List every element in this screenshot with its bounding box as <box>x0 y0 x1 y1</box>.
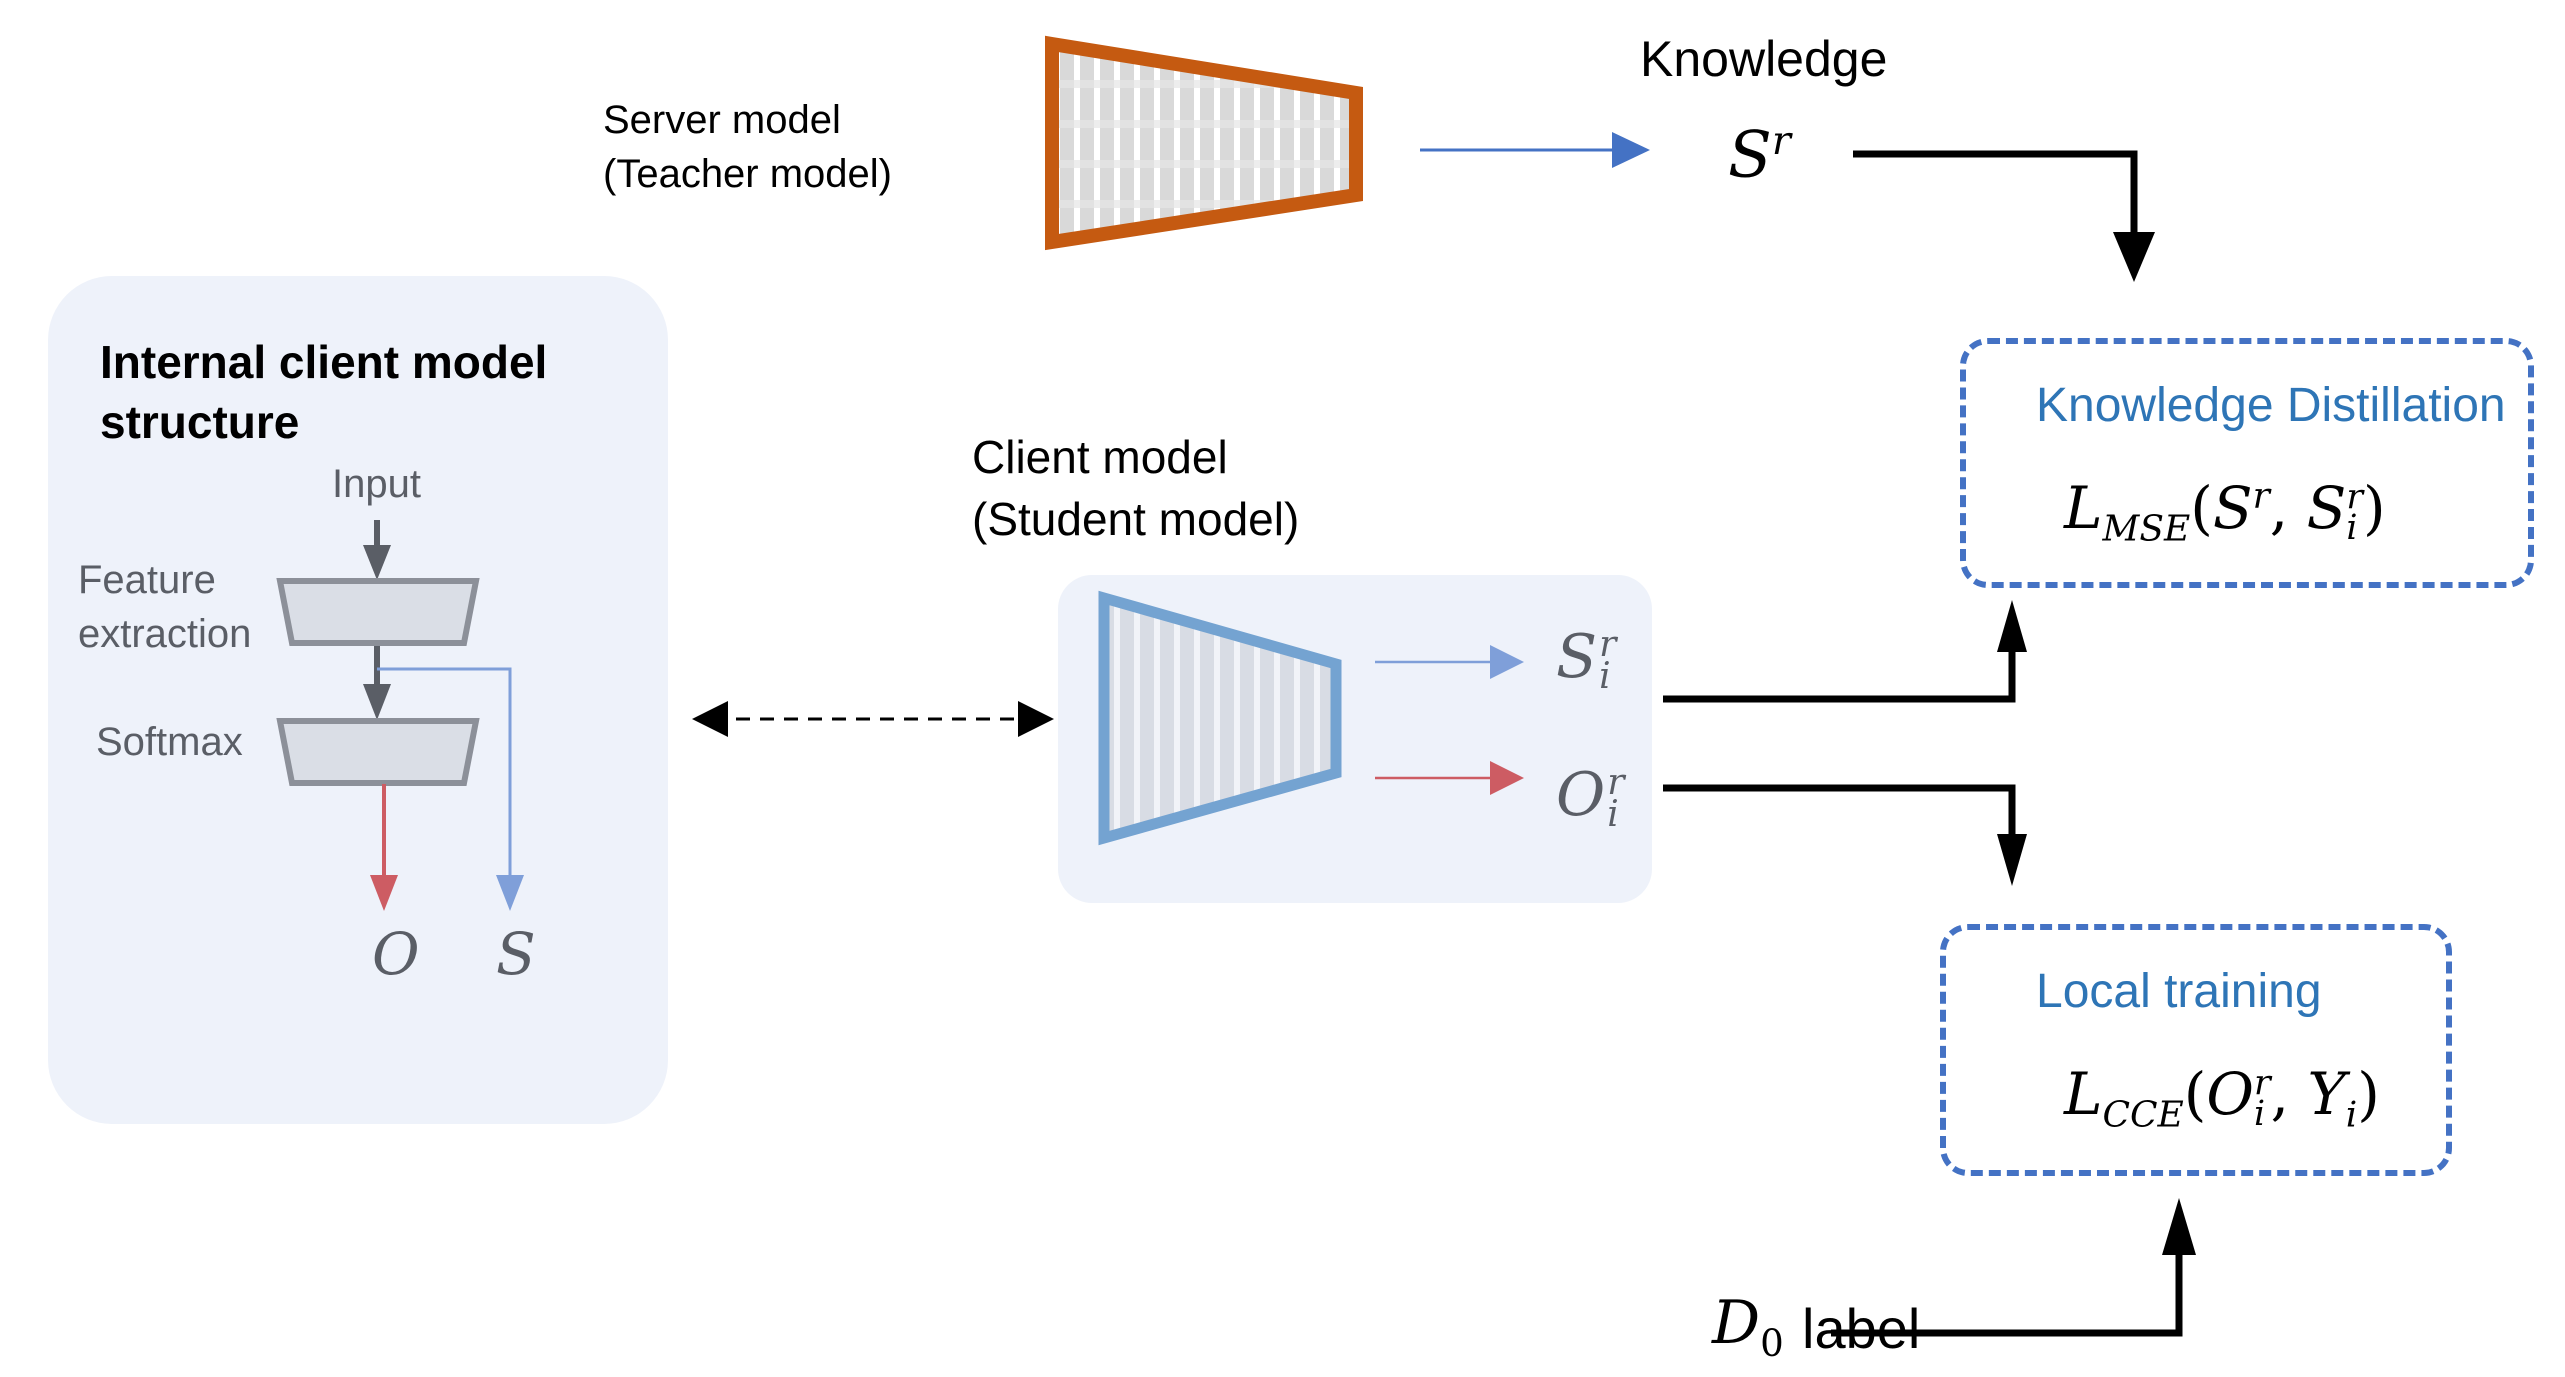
knowledge-symbol-base: S <box>1728 118 1772 193</box>
d0-sub: 0 <box>1760 1321 1784 1365</box>
knowledge-to-kd-arrowhead <box>2113 232 2155 282</box>
kd-formula-close: ) <box>2363 474 2386 542</box>
student-model-shape <box>1098 590 1342 846</box>
local-formula-sub3: i <box>2345 1094 2358 1136</box>
output-s-symbol: S <box>496 920 536 988</box>
local-formula-close: ) <box>2357 1060 2380 1128</box>
knowledge-symbol-sup: r <box>1771 118 1791 164</box>
softmax-label: Softmax <box>96 720 243 764</box>
knowledge-label: Knowledge <box>1640 31 1888 87</box>
si-to-kd-arrowhead <box>1997 600 2027 652</box>
feature-extraction-label: Feature extraction <box>78 553 251 661</box>
client-s-sub: i <box>1599 656 1611 698</box>
d0-symbol: D0 <box>1712 1288 1784 1365</box>
diagram-canvas <box>276 35 2196 1337</box>
d0-to-local-arrowhead <box>2162 1198 2196 1255</box>
kd-formula-sup1: r <box>2252 475 2270 517</box>
knowledge-symbol: Sr <box>1728 118 1791 192</box>
feature-extraction-block <box>276 578 480 646</box>
feature-label-line2: extraction <box>78 612 252 656</box>
d0-label-text: label <box>1802 1297 1921 1360</box>
kd-formula-sub: MSE <box>2102 508 2191 550</box>
client-model-label: Client model (Student model) <box>972 426 1299 550</box>
knowledge-to-kd-connector <box>1853 150 2138 240</box>
knowledge-distillation-title: Knowledge Distillation <box>2036 379 2506 432</box>
client-o-output: Ori <box>1556 760 1624 836</box>
client-s-arrowhead <box>1490 645 1524 679</box>
kd-formula-sub2: i <box>2346 507 2358 548</box>
input-label: Input <box>332 462 421 506</box>
o-output-arrowhead <box>370 875 398 911</box>
feature-to-softmax-arrowhead <box>363 684 391 720</box>
si-to-kd-connector <box>1663 640 2016 703</box>
client-o-sub: i <box>1607 794 1619 836</box>
feature-label-line1: Feature <box>78 558 216 602</box>
s-output-arrowhead <box>496 875 524 911</box>
local-formula-sub: CCE <box>2102 1094 2184 1136</box>
server-model-label: Server model (Teacher model) <box>603 93 892 201</box>
input-arrowhead <box>363 545 391 580</box>
local-formula-sub2: i <box>2253 1093 2266 1134</box>
local-training-title: Local training <box>2036 965 2322 1018</box>
client-o-arrowhead <box>1490 761 1524 795</box>
client-s-base: S <box>1556 622 1598 692</box>
output-o-symbol: O <box>372 920 420 988</box>
kd-formula-L: L <box>2064 474 2103 542</box>
client-s-output: Sri <box>1556 622 1616 698</box>
internal-model-title: Internal client model structure <box>100 332 547 452</box>
oi-to-local-connector <box>1663 784 2016 838</box>
server-label-line2: (Teacher model) <box>603 152 893 196</box>
oi-to-local-arrowhead <box>1997 834 2027 886</box>
teacher-output-arrowhead <box>1612 132 1650 168</box>
client-label-line1: Client model <box>972 431 1228 483</box>
sync-arrowhead-right <box>1018 701 1054 737</box>
local-formula: LCCE(O r i, Yi) <box>2064 1060 2380 1136</box>
local-formula-L: L <box>2064 1060 2103 1128</box>
teacher-model-shape <box>1045 35 1363 251</box>
server-label-line1: Server model <box>603 98 841 142</box>
sync-arrowhead-left <box>692 701 728 737</box>
internal-title-line1: Internal client model <box>100 336 548 388</box>
client-o-base: O <box>1556 760 1606 830</box>
internal-title-line2: structure <box>100 396 300 448</box>
softmax-block <box>276 718 480 786</box>
d0-base: D <box>1712 1288 1761 1358</box>
kd-formula: LMSE(Sr, Sr i) <box>2064 474 2386 550</box>
client-label-line2: (Student model) <box>972 493 1300 545</box>
